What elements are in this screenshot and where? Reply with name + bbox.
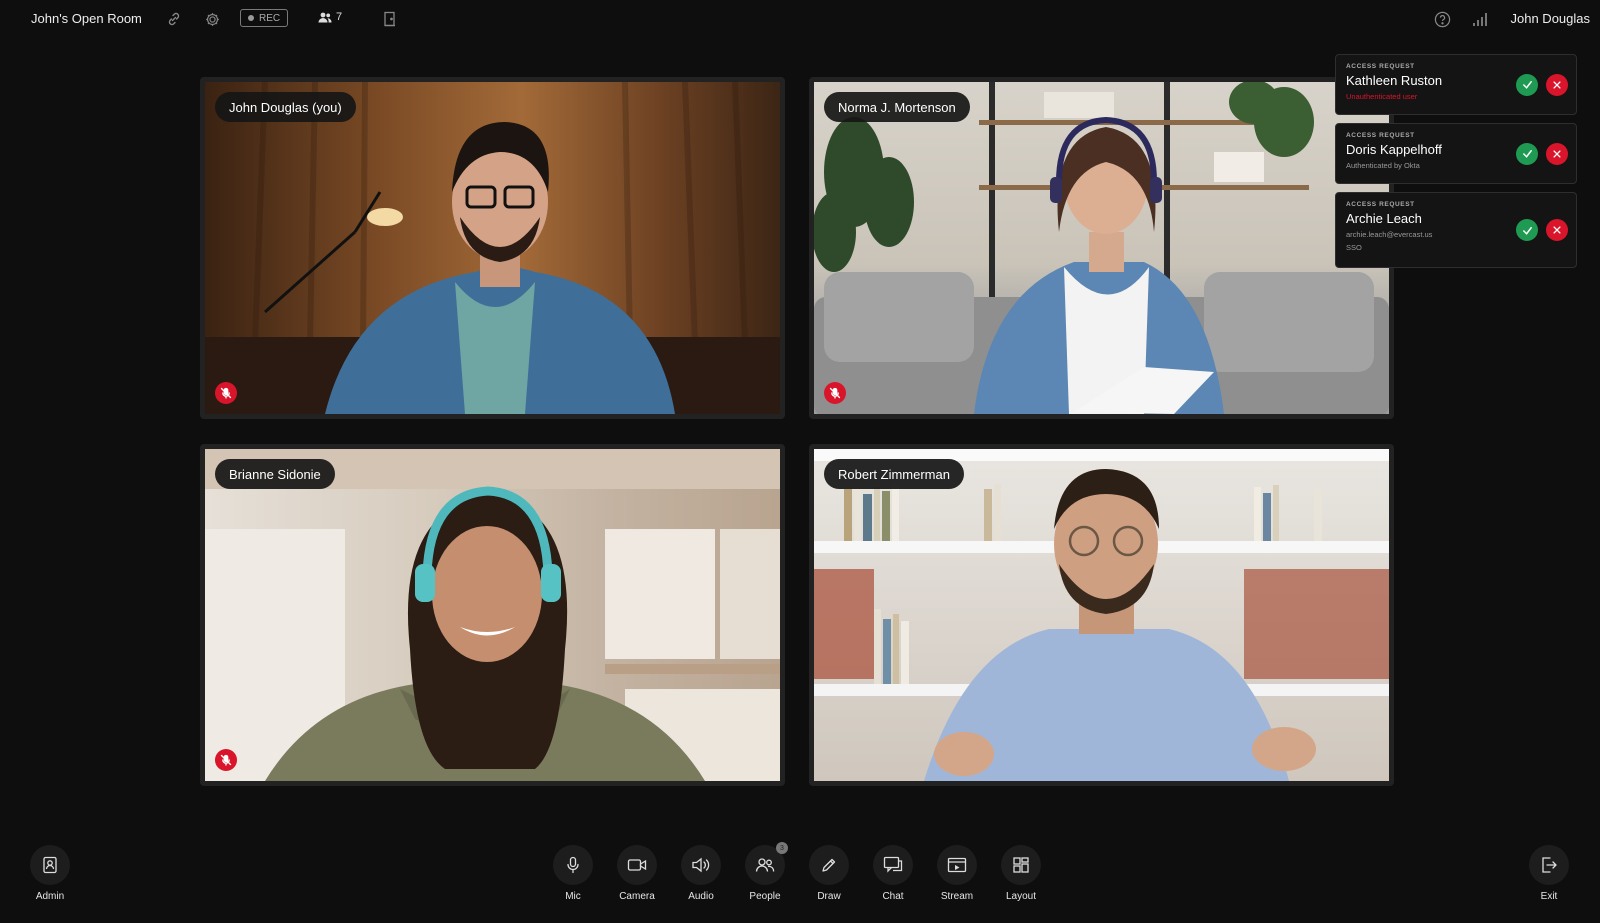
participant-name-tag: Norma J. Mortenson: [824, 92, 970, 122]
deny-request-button[interactable]: [1546, 73, 1568, 96]
access-request-heading: ACCESS REQUEST: [1346, 201, 1415, 208]
gear-icon[interactable]: [202, 9, 222, 29]
camera-icon: [627, 859, 647, 871]
admin-label: Admin: [35, 891, 65, 902]
rec-label: REC: [259, 12, 281, 24]
admin-icon: [43, 856, 57, 874]
speaker-icon: [692, 857, 710, 873]
video-feed: [205, 82, 780, 414]
door-icon[interactable]: [380, 9, 400, 29]
close-icon: [1553, 149, 1561, 158]
people-label: People: [749, 891, 781, 902]
mic-muted-icon: [215, 382, 237, 404]
access-request-heading: ACCESS REQUEST: [1346, 63, 1415, 70]
requester-auth-method: SSO: [1346, 243, 1362, 252]
stream-button[interactable]: Stream: [925, 845, 989, 902]
participant-name-tag: John Douglas (you): [215, 92, 356, 122]
chat-icon: [883, 856, 903, 873]
access-request-card: ACCESS REQUEST Doris Kappelhoff Authenti…: [1335, 123, 1577, 184]
accept-request-button[interactable]: [1516, 73, 1538, 96]
draw-label: Draw: [817, 891, 841, 902]
rec-dot-icon: [248, 15, 254, 21]
deny-request-button[interactable]: [1546, 219, 1568, 241]
help-icon[interactable]: [1432, 9, 1452, 29]
mic-label: Mic: [565, 891, 581, 902]
user-name[interactable]: John Douglas: [1511, 11, 1591, 26]
check-icon: [1522, 226, 1532, 235]
draw-button[interactable]: Draw: [797, 845, 861, 902]
access-request-heading: ACCESS REQUEST: [1346, 132, 1415, 139]
video-feed: [814, 449, 1389, 781]
check-icon: [1522, 150, 1532, 158]
audio-button[interactable]: Audio: [669, 845, 733, 902]
audio-label: Audio: [688, 891, 714, 902]
chat-label: Chat: [882, 891, 904, 902]
participant-count-value: 7: [336, 11, 343, 23]
mic-button[interactable]: Mic: [541, 845, 605, 902]
accept-request-button[interactable]: [1516, 142, 1538, 165]
mic-muted-icon: [215, 749, 237, 771]
people-notification-badge: 3: [776, 842, 788, 854]
people-icon: [755, 858, 775, 872]
camera-label: Camera: [619, 891, 655, 902]
video-feed: [814, 82, 1389, 414]
people-button[interactable]: 3 People: [733, 842, 797, 902]
close-icon: [1553, 226, 1561, 234]
video-tile-4[interactable]: Robert Zimmerman: [809, 444, 1394, 786]
pencil-icon: [822, 858, 836, 872]
exit-label: Exit: [1540, 891, 1558, 902]
signal-strength-icon: [1470, 9, 1490, 29]
layout-grid-icon: [1013, 857, 1029, 873]
participant-count[interactable]: 7: [318, 11, 342, 23]
room-title: John's Open Room: [31, 11, 142, 26]
video-feed: [205, 449, 780, 781]
deny-request-button[interactable]: [1546, 142, 1568, 165]
stream-icon: [947, 857, 967, 873]
microphone-icon: [567, 856, 579, 874]
chat-button[interactable]: Chat: [861, 845, 925, 902]
participant-name-tag: Brianne Sidonie: [215, 459, 335, 489]
link-icon[interactable]: [164, 9, 184, 29]
rec-button[interactable]: REC: [240, 9, 289, 27]
camera-button[interactable]: Camera: [605, 845, 669, 902]
access-request-card: ACCESS REQUEST Kathleen Ruston Unauthent…: [1335, 54, 1577, 115]
video-tile-1[interactable]: John Douglas (you): [200, 77, 785, 419]
layout-button[interactable]: Layout: [989, 845, 1053, 902]
accept-request-button[interactable]: [1516, 219, 1538, 241]
video-tile-3[interactable]: Brianne Sidonie: [200, 444, 785, 786]
layout-label: Layout: [1005, 891, 1037, 902]
access-request-card: ACCESS REQUEST Archie Leach archie.leach…: [1335, 192, 1577, 268]
exit-button[interactable]: Exit: [1517, 845, 1581, 902]
people-icon: [318, 12, 332, 22]
participant-name-tag: Robert Zimmerman: [824, 459, 964, 489]
stream-label: Stream: [940, 891, 974, 902]
close-icon: [1553, 80, 1561, 89]
check-icon: [1522, 81, 1532, 89]
exit-icon: [1542, 857, 1557, 873]
video-tile-2[interactable]: Norma J. Mortenson: [809, 77, 1394, 419]
admin-button[interactable]: Admin: [18, 845, 82, 902]
top-bar: John's Open Room REC 7 John Douglas: [0, 0, 1600, 38]
mic-muted-icon: [824, 382, 846, 404]
